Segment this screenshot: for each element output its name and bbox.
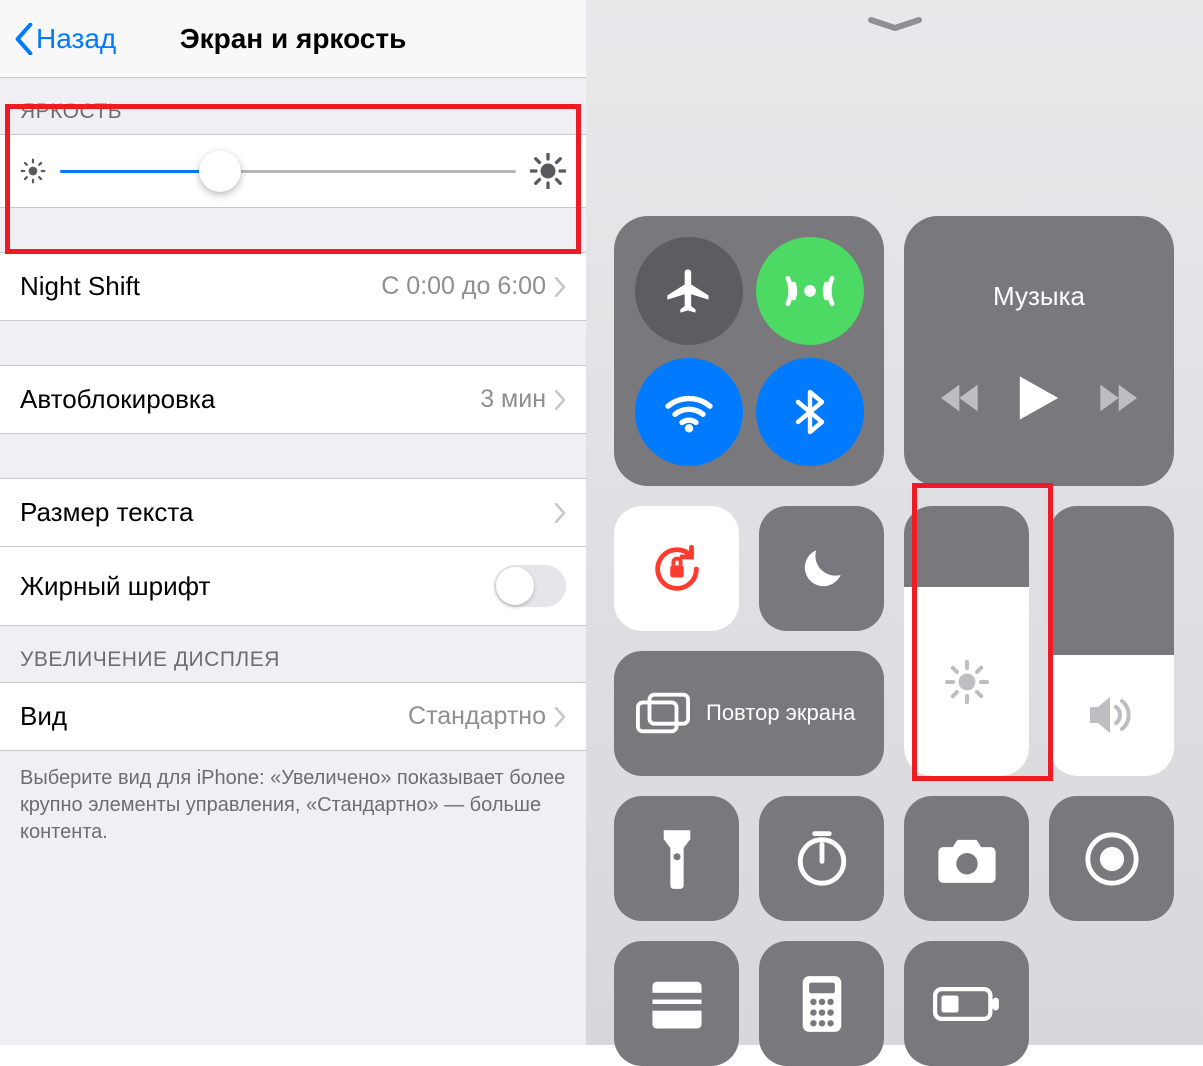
wifi-icon xyxy=(661,384,717,440)
brightness-slider-row xyxy=(0,134,586,208)
do-not-disturb-toggle[interactable] xyxy=(759,506,884,631)
sun-small-icon xyxy=(20,158,46,184)
speaker-icon xyxy=(1086,693,1138,737)
connectivity-group xyxy=(614,216,884,486)
chevron-right-icon xyxy=(554,390,566,410)
volume-vertical-slider[interactable] xyxy=(1049,506,1174,776)
page-title: Экран и яркость xyxy=(180,23,407,55)
night-shift-label: Night Shift xyxy=(20,271,140,302)
screen-mirroring-button[interactable]: Повтор экрана xyxy=(614,651,884,776)
orientation-lock-toggle[interactable] xyxy=(614,506,739,631)
text-size-label: Размер текста xyxy=(20,497,193,528)
timer-icon xyxy=(793,830,851,888)
moon-icon xyxy=(794,541,850,597)
brightness-section-label: ЯРКОСТЬ xyxy=(0,78,586,134)
chevron-right-icon xyxy=(554,707,566,727)
bold-text-toggle[interactable] xyxy=(494,565,566,607)
previous-track-icon[interactable] xyxy=(941,383,981,413)
bold-text-row: Жирный шрифт xyxy=(0,547,586,626)
battery-icon xyxy=(933,986,1001,1022)
low-power-button[interactable] xyxy=(904,941,1029,1066)
settings-screen: Назад Экран и яркость ЯРКОСТЬ Night Shif… xyxy=(0,0,586,1045)
airplane-mode-toggle[interactable] xyxy=(635,237,743,345)
bold-text-label: Жирный шрифт xyxy=(20,571,210,602)
view-label: Вид xyxy=(20,701,67,732)
airplane-icon xyxy=(663,265,715,317)
view-footnote: Выберите вид для iPhone: «Увеличено» пок… xyxy=(0,751,586,870)
zoom-section-label: УВЕЛИЧЕНИЕ ДИСПЛЕЯ xyxy=(0,626,586,682)
wallet-button[interactable] xyxy=(614,941,739,1066)
view-value: Стандартно xyxy=(408,702,546,731)
screen-mirror-label: Повтор экрана xyxy=(706,700,855,726)
next-track-icon[interactable] xyxy=(1097,383,1137,413)
auto-lock-value: 3 мин xyxy=(480,385,546,414)
wifi-toggle[interactable] xyxy=(635,358,743,466)
cellular-toggle[interactable] xyxy=(756,237,864,345)
wallet-icon xyxy=(648,979,706,1029)
brightness-slider[interactable] xyxy=(60,170,516,173)
record-icon xyxy=(1083,830,1141,888)
bluetooth-toggle[interactable] xyxy=(756,358,864,466)
flashlight-icon xyxy=(657,828,697,890)
timer-button[interactable] xyxy=(759,796,884,921)
night-shift-value: С 0:00 до 6:00 xyxy=(381,272,546,301)
text-size-row[interactable]: Размер текста xyxy=(0,478,586,547)
bluetooth-icon xyxy=(786,388,834,436)
nav-bar: Назад Экран и яркость xyxy=(0,0,586,78)
chevron-right-icon xyxy=(554,503,566,523)
cellular-icon xyxy=(782,263,838,319)
music-title: Музыка xyxy=(993,281,1085,312)
back-label: Назад xyxy=(36,23,116,55)
calculator-button[interactable] xyxy=(759,941,884,1066)
brightness-vertical-slider[interactable] xyxy=(904,506,1029,776)
auto-lock-label: Автоблокировка xyxy=(20,384,215,415)
sun-icon xyxy=(943,658,991,706)
flashlight-button[interactable] xyxy=(614,796,739,921)
camera-icon xyxy=(936,834,998,884)
sun-large-icon xyxy=(530,153,566,189)
view-row[interactable]: Вид Стандартно xyxy=(0,682,586,751)
chevron-left-icon xyxy=(14,23,34,55)
chevron-right-icon xyxy=(554,277,566,297)
orientation-lock-icon xyxy=(648,540,706,598)
screen-record-button[interactable] xyxy=(1049,796,1174,921)
night-shift-row[interactable]: Night Shift С 0:00 до 6:00 xyxy=(0,252,586,321)
back-button[interactable]: Назад xyxy=(14,23,116,55)
screen-mirror-icon xyxy=(636,692,690,736)
play-icon[interactable] xyxy=(1017,374,1061,422)
camera-button[interactable] xyxy=(904,796,1029,921)
auto-lock-row[interactable]: Автоблокировка 3 мин xyxy=(0,365,586,434)
control-center: Музыка xyxy=(586,0,1203,1045)
music-widget[interactable]: Музыка xyxy=(904,216,1174,486)
calculator-icon xyxy=(800,974,844,1034)
grabber-handle[interactable] xyxy=(867,16,923,26)
